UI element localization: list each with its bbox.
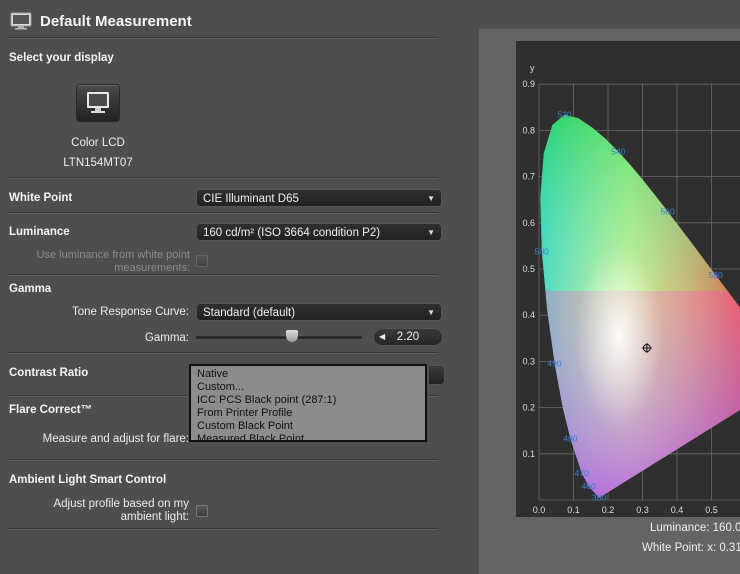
wavelength-label: 560 — [661, 207, 675, 217]
use-luminance-checkbox[interactable] — [196, 255, 208, 267]
x-tick-label: 0.4 — [671, 505, 684, 515]
menu-item-custom[interactable]: Custom... — [197, 381, 425, 394]
contrast-select-edge[interactable] — [428, 365, 445, 385]
display-icon — [10, 12, 32, 30]
y-tick-label: 0.2 — [522, 403, 535, 413]
y-tick-label: 0.9 — [522, 79, 535, 89]
chevron-left-icon[interactable]: ◀ — [379, 329, 385, 345]
x-tick-label: 0.1 — [567, 505, 580, 515]
divider — [8, 459, 438, 461]
gamma-label: Gamma: — [144, 332, 189, 344]
white-point-label: White Point — [9, 192, 73, 204]
menu-item-from-printer[interactable]: From Printer Profile — [197, 407, 425, 420]
menu-item-custom-black-point[interactable]: Custom Black Point — [197, 420, 425, 433]
wavelength-label: 540 — [611, 147, 625, 157]
divider — [8, 528, 438, 530]
menu-item-measured-black-point[interactable]: Measured Black Point — [197, 433, 425, 446]
ambient-checkbox[interactable] — [196, 505, 208, 517]
white-point-select[interactable]: CIE Illuminant D65 ▼ — [196, 189, 442, 207]
y-tick-label: 0.8 — [522, 125, 535, 135]
window-title: Default Measurement — [40, 13, 192, 30]
x-tick-label: 0.0 — [533, 505, 546, 515]
trc-select[interactable]: Standard (default) ▼ — [196, 303, 442, 321]
gamma-value[interactable]: 2.20 — [397, 331, 419, 343]
y-axis-label: y — [530, 63, 535, 73]
gamma-slider-thumb[interactable] — [286, 330, 299, 342]
trc-value: Standard (default) — [203, 307, 296, 319]
select-display-heading: Select your display — [9, 52, 114, 64]
luminance-label: Luminance — [9, 226, 70, 238]
contrast-ratio-menu[interactable]: Native Custom... ICC PCS Black point (28… — [189, 364, 427, 445]
monitor-icon — [87, 92, 109, 113]
flare-label: Measure and adjust for flare: — [42, 433, 189, 445]
luminance-readout: Luminance: 160.0 — [650, 522, 740, 534]
white-point-value: CIE Illuminant D65 — [203, 193, 299, 205]
luminance-select[interactable]: 160 cd/m² (ISO 3664 condition P2) ▼ — [196, 223, 442, 241]
gamma-heading: Gamma — [9, 283, 52, 295]
divider — [8, 274, 438, 276]
y-tick-label: 0.4 — [522, 310, 535, 320]
wavelength-label: 470 — [575, 468, 589, 478]
wavelength-label: 520 — [557, 110, 571, 120]
y-tick-label: 0.1 — [522, 449, 535, 459]
display-name: Color LCD — [71, 137, 125, 149]
y-tick-label: 0.6 — [522, 218, 535, 228]
x-tick-label: 0.5 — [705, 505, 718, 515]
trc-label: Tone Response Curve: — [72, 306, 189, 318]
wavelength-label: 380 — [592, 493, 606, 503]
x-tick-label: 0.2 — [602, 505, 615, 515]
white-point-readout: White Point: x: 0.31 — [642, 542, 740, 554]
gamma-slider-track[interactable] — [196, 336, 362, 339]
wavelength-label: 480 — [563, 434, 577, 444]
use-luminance-label: Use luminance from white point measureme… — [36, 249, 190, 274]
luminance-value: 160 cd/m² (ISO 3664 condition P2) — [203, 227, 381, 239]
chevron-down-icon: ▼ — [427, 308, 435, 317]
chevron-down-icon: ▼ — [427, 194, 435, 203]
ambient-label: Adjust profile based on my ambient light… — [53, 498, 189, 523]
display-model: LTN154MT07 — [63, 157, 133, 169]
chevron-down-icon: ▼ — [427, 228, 435, 237]
menu-item-icc-pcs[interactable]: ICC PCS Black point (287:1) — [197, 394, 425, 407]
chromaticity-chart: 520 540 560 580 500 490 480 470 460 380 0.0 0.1 0.2… — [522, 63, 740, 515]
ambient-heading: Ambient Light Smart Control — [9, 474, 167, 486]
gamma-stepper[interactable]: ◀ 2.20 — [373, 328, 443, 346]
y-tick-label: 0.7 — [522, 172, 535, 182]
contrast-ratio-label: Contrast Ratio — [9, 367, 89, 379]
flare-correct-heading: Flare Correct™ — [9, 404, 93, 416]
divider — [8, 212, 438, 214]
display-button[interactable] — [76, 84, 120, 122]
wavelength-label: 500 — [535, 246, 549, 256]
wavelength-label: 460 — [582, 481, 596, 491]
divider — [8, 37, 438, 39]
y-tick-label: 0.5 — [522, 264, 535, 274]
x-tick-label: 0.3 — [636, 505, 649, 515]
wavelength-label: 490 — [547, 359, 561, 369]
divider — [8, 352, 438, 354]
divider — [8, 177, 438, 179]
spectral-locus — [540, 114, 740, 498]
wavelength-label: 580 — [709, 270, 723, 280]
menu-item-native[interactable]: Native — [197, 368, 425, 381]
y-tick-label: 0.3 — [522, 356, 535, 366]
